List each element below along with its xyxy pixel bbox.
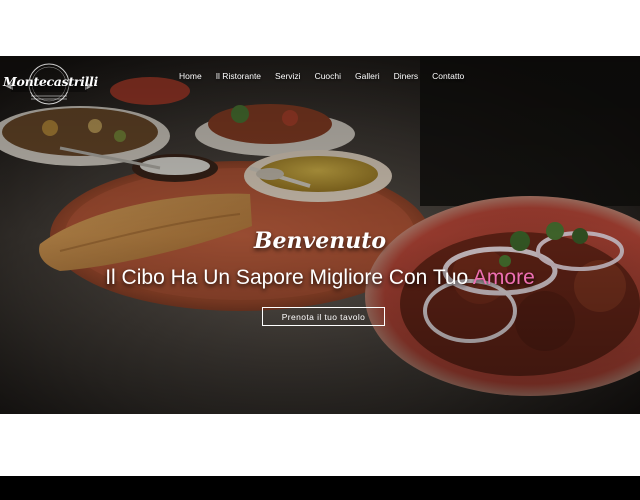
main-navigation: Home Il Ristorante Servizi Cuochi Galler… — [172, 71, 471, 85]
nav-item-home[interactable]: Home — [172, 71, 209, 85]
bottom-band — [0, 414, 640, 476]
top-band — [0, 0, 640, 56]
brand-logo[interactable]: Montecastrilli — [3, 62, 98, 108]
nav-item-il-ristorante[interactable]: Il Ristorante — [209, 71, 268, 85]
book-table-button[interactable]: Prenota il tuo tavolo — [262, 307, 385, 326]
footer-strip — [0, 476, 640, 500]
hero-welcome-heading: Benvenuto — [253, 228, 387, 254]
brand-name: Montecastrilli — [3, 74, 98, 89]
nav-item-cuochi[interactable]: Cuochi — [308, 71, 348, 85]
nav-item-diners[interactable]: Diners — [387, 71, 426, 85]
hero-tagline-accent: Amore — [472, 266, 535, 289]
hero-tagline-main: Il Cibo Ha Un Sapore Migliore Con Tuo — [105, 266, 473, 289]
hero-section: Montecastrilli Home Il Ristorante Serviz… — [0, 56, 640, 414]
nav-item-servizi[interactable]: Servizi — [268, 71, 308, 85]
hero-tagline: Il Cibo Ha Un Sapore Migliore Con Tuo Am… — [0, 266, 640, 290]
nav-item-galleri[interactable]: Galleri — [348, 71, 387, 85]
nav-item-contatto[interactable]: Contatto — [425, 71, 471, 85]
